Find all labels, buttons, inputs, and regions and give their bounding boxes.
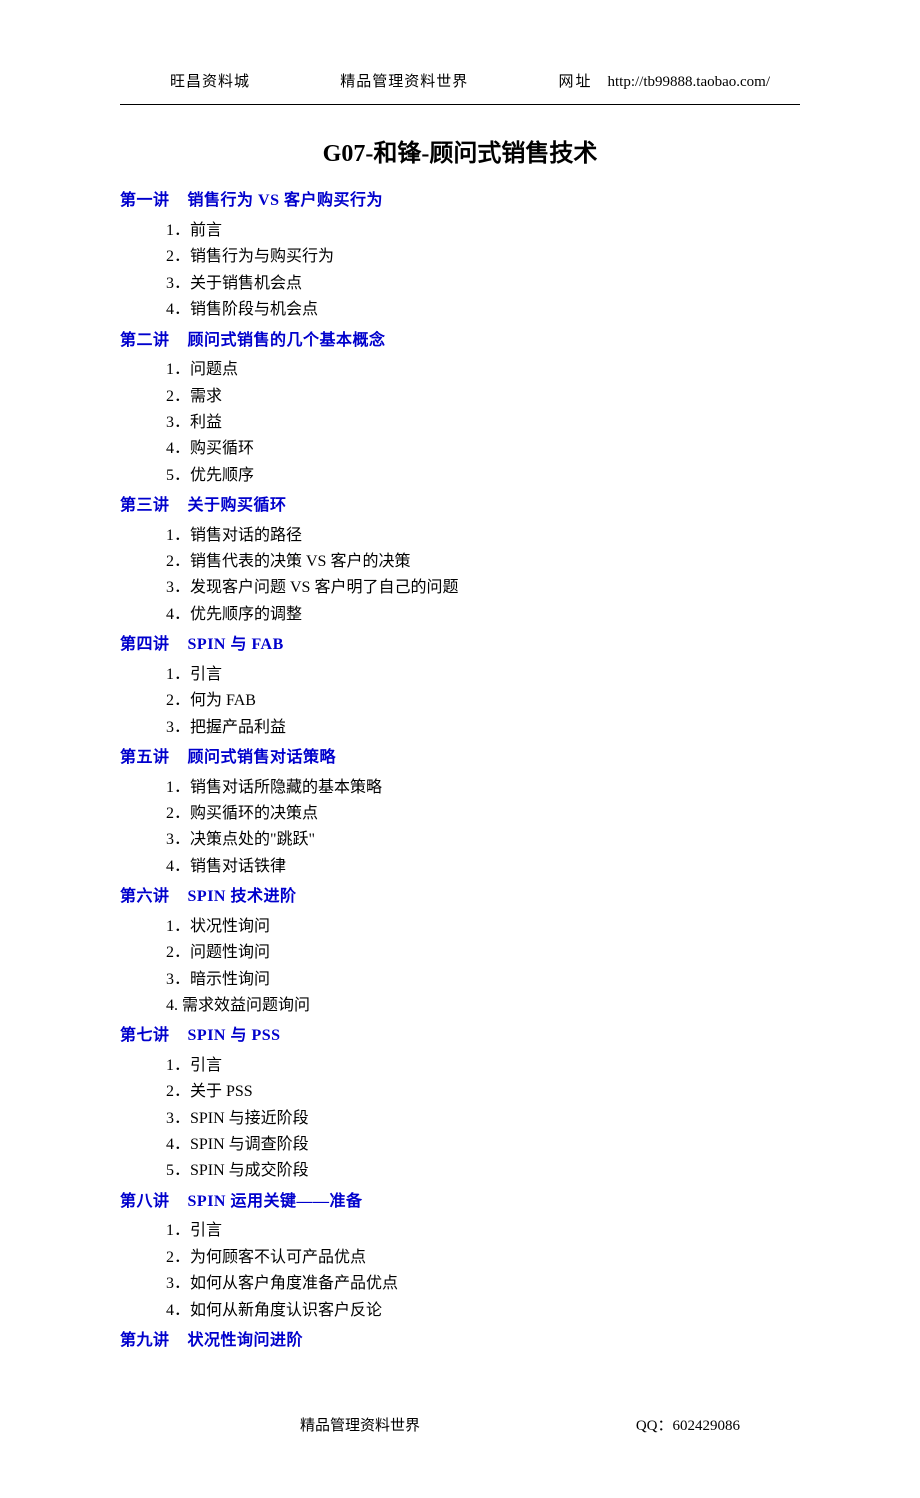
section-heading-prefix: 第七讲 (120, 1027, 170, 1044)
footer-right-label: QQ： (636, 1418, 673, 1434)
section-heading-text: SPIN 技术进阶 (188, 888, 297, 905)
section-heading-prefix: 第八讲 (120, 1193, 170, 1210)
header-left: 旺昌资料城 (170, 70, 250, 94)
section-heading[interactable]: 第一讲 销售行为 VS 客户购买行为 (120, 188, 800, 214)
toc-section: 第七讲 SPIN 与 PSS 1．引言2．关于 PSS3．SPIN 与接近阶段4．S… (120, 1023, 800, 1185)
toc-item: 4．购买循环 (166, 436, 800, 462)
section-heading-prefix: 第三讲 (120, 497, 170, 514)
header-divider (120, 104, 800, 105)
section-heading-prefix: 第四讲 (120, 636, 170, 653)
section-heading[interactable]: 第三讲 关于购买循环 (120, 493, 800, 519)
toc-section: 第八讲 SPIN 运用关键――准备 1．引言2．为何顾客不认可产品优点3．如何从客户… (120, 1189, 800, 1324)
toc-item: 3．利益 (166, 410, 800, 436)
toc-section: 第五讲 顾问式销售对话策略 1．销售对话所隐藏的基本策略2．购买循环的决策点3．决策… (120, 745, 800, 880)
section-heading-prefix: 第六讲 (120, 888, 170, 905)
footer-left: 精品管理资料世界 (300, 1414, 420, 1438)
section-heading-text: 顾问式销售的几个基本概念 (188, 332, 386, 349)
toc-item: 1．引言 (166, 1053, 800, 1079)
section-heading[interactable]: 第四讲 SPIN 与 FAB (120, 632, 800, 658)
page-header: 旺昌资料城 精品管理资料世界 网址 http://tb99888.taobao.… (120, 70, 800, 94)
toc-item: 1．引言 (166, 1218, 800, 1244)
toc-section: 第四讲 SPIN 与 FAB 1．引言2．何为 FAB3．把握产品利益 (120, 632, 800, 741)
header-right-label: 网址 (559, 74, 593, 90)
toc-item: 3．决策点处的"跳跃" (166, 827, 800, 853)
toc-item: 3．暗示性询问 (166, 967, 800, 993)
section-heading[interactable]: 第九讲 状况性询问进阶 (120, 1328, 800, 1354)
toc-item: 4. 需求效益问题询问 (166, 993, 800, 1019)
toc-section: 第一讲 销售行为 VS 客户购买行为 1．前言2．销售行为与购买行为3．关于销售机会… (120, 188, 800, 323)
toc-item: 4．销售对话铁律 (166, 854, 800, 880)
toc-section: 第三讲 关于购买循环 1．销售对话的路径2．销售代表的决策 VS 客户的决策3．发现… (120, 493, 800, 628)
toc-item: 1．销售对话的路径 (166, 523, 800, 549)
toc-section: 第六讲 SPIN 技术进阶 1．状况性询问2．问题性询问3．暗示性询问4. 需求效益… (120, 884, 800, 1019)
toc-item: 4．SPIN 与调查阶段 (166, 1132, 800, 1158)
toc-item: 2．销售行为与购买行为 (166, 244, 800, 270)
toc-item: 1．销售对话所隐藏的基本策略 (166, 775, 800, 801)
toc-section: 第九讲 状况性询问进阶 (120, 1328, 800, 1354)
toc-item: 5．SPIN 与成交阶段 (166, 1158, 800, 1184)
section-heading[interactable]: 第五讲 顾问式销售对话策略 (120, 745, 800, 771)
section-heading-prefix: 第五讲 (120, 749, 170, 766)
section-heading-prefix: 第九讲 (120, 1332, 170, 1349)
toc-item: 1．状况性询问 (166, 914, 800, 940)
section-heading-text: SPIN 运用关键――准备 (188, 1193, 363, 1210)
toc-item: 2．需求 (166, 384, 800, 410)
toc-item: 2．为何顾客不认可产品优点 (166, 1245, 800, 1271)
toc-item: 2．关于 PSS (166, 1079, 800, 1105)
toc-item: 2．购买循环的决策点 (166, 801, 800, 827)
page-footer: 精品管理资料世界 QQ：602429086 (120, 1414, 800, 1438)
section-heading-text: 关于购买循环 (188, 497, 287, 514)
section-heading-text: 顾问式销售对话策略 (188, 749, 337, 766)
toc-item: 2．销售代表的决策 VS 客户的决策 (166, 549, 800, 575)
footer-right-value: 602429086 (673, 1418, 741, 1434)
toc-item: 3．关于销售机会点 (166, 271, 800, 297)
document-title: G07-和锋-顾问式销售技术 (120, 135, 800, 173)
section-heading-text: SPIN 与 PSS (188, 1027, 281, 1044)
header-center: 精品管理资料世界 (340, 70, 468, 94)
toc-item: 2．何为 FAB (166, 688, 800, 714)
toc-section: 第二讲 顾问式销售的几个基本概念 1．问题点2．需求3．利益4．购买循环5．优先顺序 (120, 328, 800, 490)
section-heading[interactable]: 第七讲 SPIN 与 PSS (120, 1023, 800, 1049)
toc-item: 3．如何从客户角度准备产品优点 (166, 1271, 800, 1297)
section-heading[interactable]: 第六讲 SPIN 技术进阶 (120, 884, 800, 910)
toc-item: 1．引言 (166, 662, 800, 688)
section-heading[interactable]: 第八讲 SPIN 运用关键――准备 (120, 1189, 800, 1215)
table-of-contents: 第一讲 销售行为 VS 客户购买行为 1．前言2．销售行为与购买行为3．关于销售机会… (120, 188, 800, 1353)
section-heading[interactable]: 第二讲 顾问式销售的几个基本概念 (120, 328, 800, 354)
section-heading-text: 状况性询问进阶 (188, 1332, 304, 1349)
section-heading-text: 销售行为 VS 客户购买行为 (188, 192, 383, 209)
header-url: http://tb99888.taobao.com/ (608, 74, 770, 90)
toc-item: 1．问题点 (166, 357, 800, 383)
toc-item: 3．SPIN 与接近阶段 (166, 1106, 800, 1132)
section-heading-prefix: 第二讲 (120, 332, 170, 349)
header-right: 网址 http://tb99888.taobao.com/ (559, 70, 771, 94)
toc-item: 3．发现客户问题 VS 客户明了自己的问题 (166, 575, 800, 601)
toc-item: 1．前言 (166, 218, 800, 244)
toc-item: 4．优先顺序的调整 (166, 602, 800, 628)
toc-item: 3．把握产品利益 (166, 715, 800, 741)
section-heading-text: SPIN 与 FAB (188, 636, 284, 653)
toc-item: 4．销售阶段与机会点 (166, 297, 800, 323)
toc-item: 2．问题性询问 (166, 940, 800, 966)
section-heading-prefix: 第一讲 (120, 192, 170, 209)
toc-item: 5．优先顺序 (166, 463, 800, 489)
footer-right: QQ：602429086 (636, 1414, 740, 1438)
